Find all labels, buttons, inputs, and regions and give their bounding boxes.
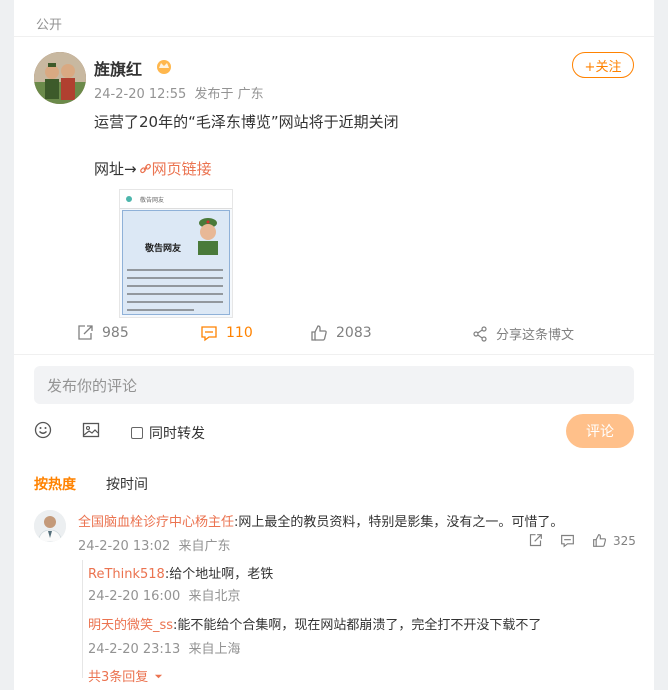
reply-text: :能不能给个合集啊，现在网站都崩溃了，完全打不开没下载不了 (173, 618, 542, 633)
thumbs-up-icon (311, 325, 327, 341)
thumbs-up-icon (593, 534, 607, 547)
visibility-label: 公开 (36, 18, 63, 33)
chevron-down-icon (155, 674, 163, 679)
repost-button[interactable]: 985 (76, 324, 129, 342)
tab-sort-time[interactable]: 按时间 (106, 474, 148, 494)
share-button[interactable]: 分享这条博文 (472, 324, 574, 343)
share-label: 分享这条博文 (496, 328, 575, 343)
tab-sort-hot[interactable]: 按热度 (34, 474, 76, 494)
vip-crown-icon (156, 58, 172, 74)
comment-button[interactable]: 110 (200, 324, 253, 342)
also-repost-label: 同时转发 (149, 426, 205, 442)
post-url-line: 网址→ 网页链接 (94, 158, 212, 179)
image-text-lines (127, 269, 223, 317)
reply-timestamp: 24-2-20 16:00 (88, 589, 181, 604)
comment-icon (201, 326, 217, 342)
image-header: 敬告网友 (120, 190, 232, 209)
comment-meta: 24-2-20 13:02 来自广东 (78, 535, 231, 554)
follow-button[interactable]: +关注 (572, 52, 634, 78)
reply-line: ReThink518:给个地址啊，老铁 (88, 563, 273, 582)
comment-text: :网上最全的教员资料，特别是影集，没有之一。可惜了。 (234, 515, 564, 530)
post-meta: 24-2-20 12:55 发布于 广东 (94, 83, 264, 102)
reply-author[interactable]: 明天的微笑_ss (88, 618, 173, 633)
repost-count: 985 (102, 325, 129, 341)
comment-like-button[interactable]: 325 (592, 533, 636, 548)
emoji-icon[interactable] (34, 421, 52, 443)
image-logo-icon (126, 196, 132, 202)
checkbox-box[interactable] (131, 427, 143, 439)
web-link[interactable]: 网页链接 (139, 158, 212, 179)
like-count: 2083 (336, 325, 372, 341)
reply-author[interactable]: ReThink518 (88, 567, 165, 582)
reply-timestamp: 24-2-20 23:13 (88, 642, 181, 657)
submit-comment-button[interactable]: 评论 (566, 414, 634, 448)
like-button[interactable]: 2083 (310, 324, 372, 342)
share-icon (473, 325, 487, 342)
more-replies-label: 共3条回复 (88, 670, 149, 685)
post-text: 运营了20年的“毛泽东博览”网站将于近期关闭 (94, 113, 399, 131)
reply-location: 来自上海 (188, 642, 241, 657)
portrait-icon (198, 218, 218, 255)
comment-timestamp: 24-2-20 13:02 (78, 539, 171, 554)
post-location: 发布于 广东 (194, 87, 264, 102)
reply-thread-bar (82, 560, 83, 678)
url-prefix: 网址→ (94, 160, 137, 178)
repost-icon (78, 325, 93, 340)
comment-repost-button[interactable] (528, 533, 543, 548)
divider (14, 354, 654, 355)
comment-input[interactable]: 发布你的评论 (34, 366, 634, 404)
image-upload-icon[interactable] (82, 421, 100, 443)
commenter-avatar[interactable] (34, 510, 66, 542)
comment-like-count: 325 (613, 533, 636, 548)
comment-count: 110 (226, 325, 253, 341)
post-timestamp[interactable]: 24-2-20 12:55 (94, 87, 186, 102)
reply-text: :给个地址啊，老铁 (164, 567, 274, 582)
reply-location: 来自北京 (188, 589, 241, 604)
comment-icon (561, 534, 574, 548)
comment-line: 全国脑血栓诊疗中心杨主任:网上最全的教员资料，特别是影集，没有之一。可惜了。 (78, 511, 563, 530)
image-body: 敬告网友 (122, 210, 230, 315)
post-actions: 985 110 2083 分享这条博文 (14, 324, 654, 346)
more-replies-link[interactable]: 共3条回复 (88, 666, 163, 685)
divider (14, 36, 654, 37)
post-image[interactable]: 敬告网友 敬告网友 (119, 189, 233, 318)
web-link-text: 网页链接 (151, 160, 212, 178)
image-title: 敬告网友 (145, 244, 182, 254)
also-repost-checkbox[interactable]: 同时转发 (131, 423, 205, 443)
comment-input-placeholder: 发布你的评论 (47, 376, 138, 395)
reply-line: 明天的微笑_ss:能不能给个合集啊，现在网站都崩溃了，完全打不开没下载不了 (88, 614, 541, 633)
link-icon (139, 163, 151, 174)
comment-location: 来自广东 (178, 539, 231, 554)
post-card: 公开 旌旗红 24-2-20 12:55 发布于 广东 +关注 运营了20年的“… (14, 0, 654, 690)
reply-meta: 24-2-20 16:00 来自北京 (88, 585, 241, 604)
commenter-name[interactable]: 全国脑血栓诊疗中心杨主任 (78, 515, 234, 530)
repost-icon (529, 534, 542, 547)
author-avatar[interactable] (34, 52, 86, 104)
comment-reply-button[interactable] (560, 533, 575, 548)
reply-meta: 24-2-20 23:13 来自上海 (88, 638, 241, 657)
author-name[interactable]: 旌旗红 (94, 56, 142, 80)
image-header-text: 敬告网友 (140, 196, 165, 204)
